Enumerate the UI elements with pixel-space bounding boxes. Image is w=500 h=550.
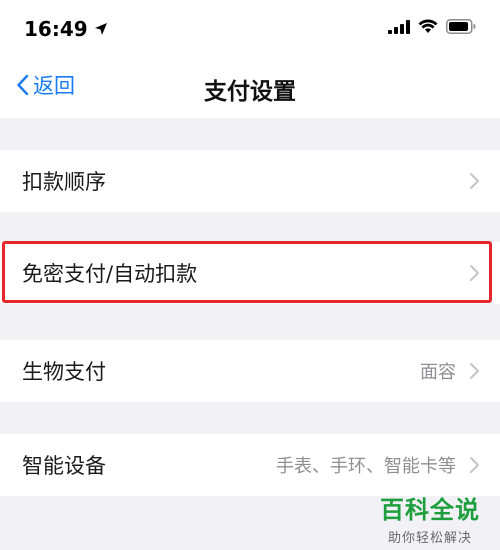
status-bar: 16:49 xyxy=(0,0,500,52)
location-arrow-icon xyxy=(94,23,107,35)
cellular-signal-icon xyxy=(388,19,410,34)
chevron-right-icon xyxy=(470,363,479,379)
settings-row-smart-devices[interactable]: 智能设备 手表、手环、智能卡等 xyxy=(0,434,500,496)
wifi-icon xyxy=(418,19,438,33)
chevron-right-icon xyxy=(470,173,479,189)
row-label: 生物支付 xyxy=(22,360,106,384)
row-label: 免密支付/自动扣款 xyxy=(22,262,198,286)
battery-icon xyxy=(446,19,476,34)
status-time: 16:49 xyxy=(24,17,108,41)
row-value: 手表、手环、智能卡等 xyxy=(276,456,456,477)
nav-bar: 返回 支付设置 xyxy=(0,52,500,118)
time-text: 16:49 xyxy=(24,17,88,41)
page-title: 支付设置 xyxy=(204,79,296,105)
chevron-right-icon xyxy=(470,265,479,281)
settings-row-deduction-order[interactable]: 扣款顺序 xyxy=(0,150,500,212)
row-value: 面容 xyxy=(420,362,456,383)
settings-row-password-free-payment[interactable]: 免密支付/自动扣款 xyxy=(0,242,500,304)
row-label: 扣款顺序 xyxy=(22,170,106,194)
watermark: 百科全说 助你轻松解决 xyxy=(374,490,486,546)
row-label: 智能设备 xyxy=(22,454,106,478)
settings-row-biometric-payment[interactable]: 生物支付 面容 xyxy=(0,340,500,402)
watermark-subtitle: 助你轻松解决 xyxy=(387,531,472,546)
chevron-right-icon xyxy=(470,457,479,473)
status-icons xyxy=(388,19,476,34)
watermark-title: 百科全说 xyxy=(380,496,480,524)
